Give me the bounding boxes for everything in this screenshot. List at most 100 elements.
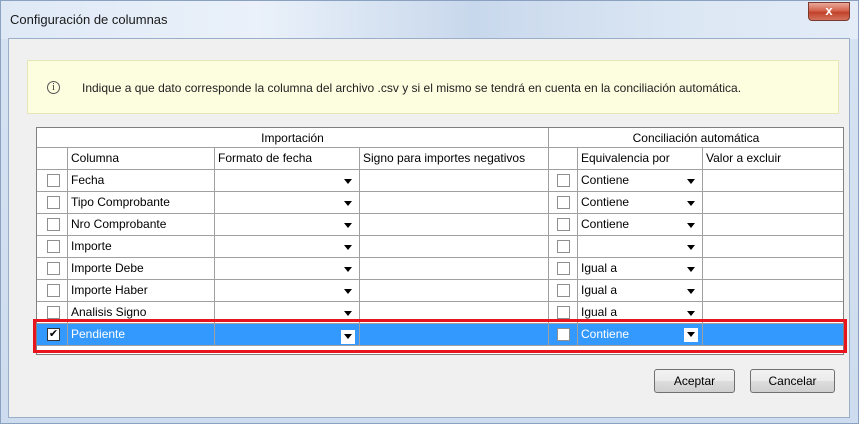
row-checkbox[interactable] bbox=[47, 174, 60, 187]
row-formato-dropdown[interactable] bbox=[215, 302, 360, 324]
row-formato-dropdown[interactable] bbox=[215, 170, 360, 192]
row-columna: Importe Debe bbox=[68, 258, 215, 280]
row-signo[interactable] bbox=[360, 214, 549, 236]
row-valor-excluir[interactable] bbox=[703, 214, 843, 236]
header-equivalencia[interactable]: Equivalencia por bbox=[578, 148, 703, 170]
row-conc-checkbox[interactable] bbox=[557, 196, 570, 209]
row-valor-excluir[interactable] bbox=[703, 324, 843, 346]
row-signo[interactable] bbox=[360, 280, 549, 302]
row-signo[interactable] bbox=[360, 192, 549, 214]
chevron-down-icon[interactable] bbox=[344, 289, 352, 294]
chevron-down-icon[interactable] bbox=[344, 245, 352, 250]
row-check-cell: ✔ bbox=[37, 324, 68, 346]
row-columna: Pendiente bbox=[68, 324, 215, 346]
chevron-down-icon[interactable] bbox=[687, 223, 695, 228]
row-conc-check-cell bbox=[549, 214, 578, 236]
row-check-cell bbox=[37, 192, 68, 214]
row-equivalencia-value: Contiene bbox=[581, 327, 630, 341]
row-equivalencia-dropdown[interactable]: Igual a bbox=[578, 302, 703, 324]
row-check-cell bbox=[37, 258, 68, 280]
info-icon: i bbox=[47, 81, 60, 94]
row-equivalencia-dropdown[interactable]: Igual a bbox=[578, 280, 703, 302]
row-checkbox[interactable] bbox=[47, 196, 60, 209]
chevron-down-icon[interactable] bbox=[687, 245, 695, 250]
row-checkbox[interactable] bbox=[47, 240, 60, 253]
chevron-down-icon[interactable] bbox=[344, 179, 352, 184]
row-conc-checkbox[interactable] bbox=[557, 240, 570, 253]
row-formato-dropdown[interactable] bbox=[215, 214, 360, 236]
chevron-down-icon[interactable] bbox=[687, 201, 695, 206]
row-equivalencia-value: Igual a bbox=[581, 305, 618, 319]
row-conc-checkbox[interactable] bbox=[557, 218, 570, 231]
row-equivalencia-value: Contiene bbox=[581, 195, 630, 209]
row-formato-dropdown[interactable] bbox=[215, 280, 360, 302]
row-equivalencia-dropdown[interactable]: Contiene bbox=[578, 192, 703, 214]
row-conc-check-cell bbox=[549, 324, 578, 346]
row-equivalencia-dropdown[interactable]: Contiene bbox=[578, 214, 703, 236]
row-formato-dropdown[interactable] bbox=[215, 192, 360, 214]
row-valor-excluir[interactable] bbox=[703, 258, 843, 280]
row-conc-checkbox[interactable] bbox=[557, 174, 570, 187]
row-columna: Importe Haber bbox=[68, 280, 215, 302]
row-checkbox[interactable] bbox=[47, 306, 60, 319]
header-check-cell bbox=[37, 148, 68, 170]
row-valor-excluir[interactable] bbox=[703, 170, 843, 192]
row-signo[interactable] bbox=[360, 170, 549, 192]
row-conc-checkbox[interactable] bbox=[557, 284, 570, 297]
row-conc-check-cell bbox=[549, 192, 578, 214]
row-check-cell bbox=[37, 236, 68, 258]
row-equivalencia-value: Contiene bbox=[581, 217, 630, 231]
header-formato-fecha[interactable]: Formato de fecha bbox=[215, 148, 360, 170]
header-conc-check-cell bbox=[549, 148, 578, 170]
row-equivalencia-dropdown[interactable]: Igual a bbox=[578, 258, 703, 280]
row-checkbox[interactable]: ✔ bbox=[47, 328, 60, 341]
row-columna: Importe bbox=[68, 236, 215, 258]
chevron-down-icon[interactable] bbox=[687, 311, 695, 316]
row-equivalencia-dropdown[interactable] bbox=[578, 236, 703, 258]
row-signo[interactable] bbox=[360, 236, 549, 258]
chevron-down-icon[interactable] bbox=[344, 201, 352, 206]
chevron-down-icon[interactable] bbox=[344, 267, 352, 272]
accept-button[interactable]: Aceptar bbox=[654, 369, 735, 393]
row-formato-dropdown[interactable] bbox=[215, 236, 360, 258]
chevron-down-icon[interactable] bbox=[687, 179, 695, 184]
row-equivalencia-value: Igual a bbox=[581, 283, 618, 297]
row-conc-check-cell bbox=[549, 170, 578, 192]
chevron-down-icon[interactable] bbox=[687, 267, 695, 272]
row-checkbox[interactable] bbox=[47, 262, 60, 275]
row-checkbox[interactable] bbox=[47, 284, 60, 297]
row-checkbox[interactable] bbox=[47, 218, 60, 231]
row-columna: Analisis Signo bbox=[68, 302, 215, 324]
title-bar[interactable]: Configuración de columnas x bbox=[1, 1, 858, 39]
row-signo[interactable] bbox=[360, 324, 549, 346]
header-valor-excluir[interactable]: Valor a excluir bbox=[703, 148, 843, 170]
chevron-down-icon[interactable] bbox=[344, 223, 352, 228]
header-columna[interactable]: Columna bbox=[68, 148, 215, 170]
row-signo[interactable] bbox=[360, 258, 549, 280]
window-title: Configuración de columnas bbox=[10, 12, 168, 27]
row-valor-excluir[interactable] bbox=[703, 192, 843, 214]
row-equivalencia-dropdown[interactable]: Contiene bbox=[578, 170, 703, 192]
header-signo[interactable]: Signo para importes negativos bbox=[360, 148, 549, 170]
row-conc-check-cell bbox=[549, 280, 578, 302]
chevron-down-icon[interactable] bbox=[684, 328, 698, 342]
row-valor-excluir[interactable] bbox=[703, 280, 843, 302]
cancel-button[interactable]: Cancelar bbox=[750, 369, 835, 393]
row-valor-excluir[interactable] bbox=[703, 302, 843, 324]
row-check-cell bbox=[37, 280, 68, 302]
close-button[interactable]: x bbox=[808, 2, 850, 21]
row-conc-checkbox[interactable] bbox=[557, 328, 570, 341]
row-formato-dropdown[interactable] bbox=[215, 324, 360, 346]
group-header-importacion: Importación bbox=[37, 128, 549, 148]
row-signo[interactable] bbox=[360, 302, 549, 324]
chevron-down-icon[interactable] bbox=[687, 289, 695, 294]
row-conc-check-cell bbox=[549, 258, 578, 280]
row-conc-checkbox[interactable] bbox=[557, 262, 570, 275]
row-formato-dropdown[interactable] bbox=[215, 258, 360, 280]
chevron-down-icon[interactable] bbox=[341, 330, 355, 344]
row-columna: Fecha bbox=[68, 170, 215, 192]
row-equivalencia-dropdown[interactable]: Contiene bbox=[578, 324, 703, 346]
row-valor-excluir[interactable] bbox=[703, 236, 843, 258]
row-conc-checkbox[interactable] bbox=[557, 306, 570, 319]
chevron-down-icon[interactable] bbox=[344, 311, 352, 316]
